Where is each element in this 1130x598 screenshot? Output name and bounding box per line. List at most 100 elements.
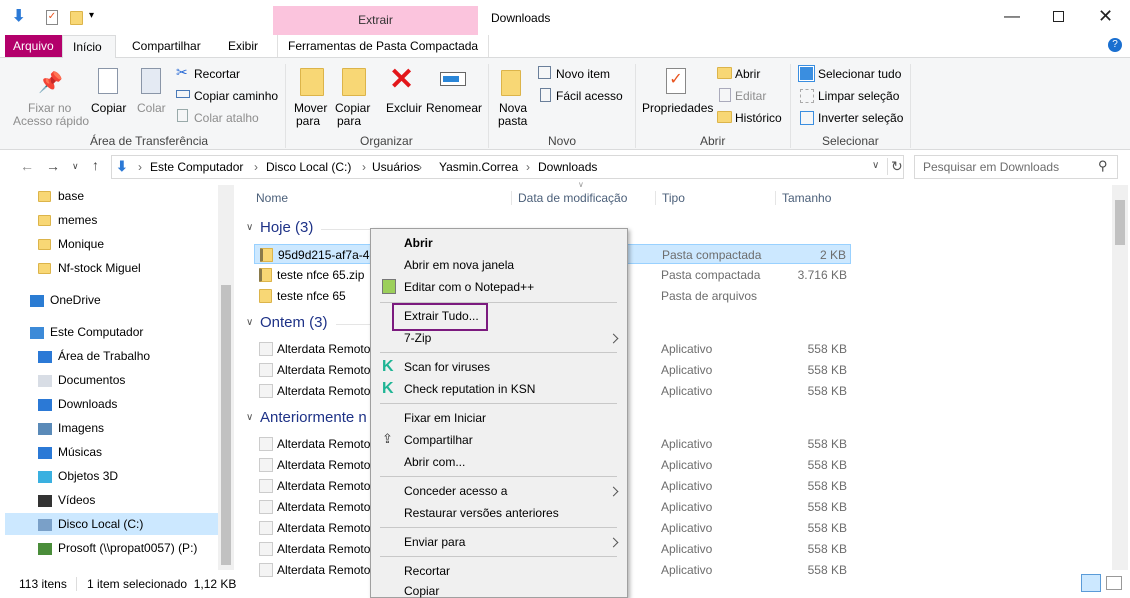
menu-send-to[interactable]: Enviar para xyxy=(404,535,465,549)
menu-cut[interactable]: Recortar xyxy=(404,564,450,578)
group-header[interactable]: Ontem (3) xyxy=(260,314,445,331)
search-icon[interactable]: ⚲ xyxy=(1098,158,1108,174)
breadcrumb-2[interactable]: Usuários xyxy=(372,160,419,174)
sidebar-item[interactable]: Área de Trabalho xyxy=(58,349,150,363)
invert-selection-button[interactable]: Inverter seleção xyxy=(818,111,903,125)
column-size[interactable]: Tamanho xyxy=(775,191,831,205)
collapse-group-icon[interactable]: ∨ xyxy=(246,222,253,233)
tab-inicio[interactable]: Início xyxy=(62,35,116,58)
sidebar-item[interactable]: Downloads xyxy=(58,397,117,411)
customize-quick-access-icon[interactable]: ▾ xyxy=(89,10,94,21)
sidebar-item[interactable]: memes xyxy=(58,213,97,227)
sidebar-item[interactable]: Este Computador xyxy=(50,325,143,339)
select-all-button[interactable]: Selecionar tudo xyxy=(818,67,901,81)
menu-open-new-window[interactable]: Abrir em nova janela xyxy=(404,258,514,272)
menu-extract-all[interactable]: Extrair Tudo... xyxy=(404,309,479,323)
copy-path-button[interactable]: Copiar caminho xyxy=(194,89,278,103)
sidebar-scrollbar[interactable] xyxy=(218,185,234,570)
sidebar-item[interactable]: base xyxy=(58,189,84,203)
sidebar-item[interactable]: Imagens xyxy=(58,421,104,435)
maximize-button[interactable] xyxy=(1053,11,1064,22)
easy-access-button[interactable]: Fácil acesso xyxy=(556,89,623,103)
forward-button[interactable]: → xyxy=(46,158,60,174)
file-name: Alterdata Remoto xyxy=(277,542,371,556)
menu-pin-start[interactable]: Fixar em Iniciar xyxy=(404,411,486,425)
menu-copy[interactable]: Copiar xyxy=(404,584,439,598)
breadcrumb-3[interactable]: Yasmin.Correa xyxy=(439,160,518,174)
download-arrow-icon[interactable]: ⬇ xyxy=(12,9,26,25)
new-folder-icon[interactable] xyxy=(70,11,83,25)
cut-button[interactable]: Recortar xyxy=(194,67,240,81)
column-date[interactable]: Data de modificação xyxy=(511,191,627,205)
pin-label-2[interactable]: Acesso rápido xyxy=(13,114,89,128)
history-button[interactable]: Histórico xyxy=(735,111,782,125)
recent-locations-icon[interactable]: ∨ xyxy=(72,161,79,172)
properties-button[interactable]: Propriedades xyxy=(642,101,713,115)
menu-7zip[interactable]: 7-Zip xyxy=(404,331,431,345)
breadcrumb-0[interactable]: Este Computador xyxy=(150,160,243,174)
column-name[interactable]: Nome xyxy=(256,191,288,205)
delete-button[interactable]: Excluir xyxy=(386,101,422,115)
move-to-button-2[interactable]: para xyxy=(296,114,320,128)
pin-label[interactable]: Fixar no xyxy=(28,101,71,115)
column-type[interactable]: Tipo xyxy=(655,191,685,205)
paste-button[interactable]: Colar xyxy=(137,101,166,115)
edit-button[interactable]: Editar xyxy=(735,89,766,103)
menu-open[interactable]: Abrir xyxy=(404,236,433,250)
up-button[interactable]: ↑ xyxy=(92,157,99,173)
menu-grant-access[interactable]: Conceder acesso a xyxy=(404,484,507,498)
edit-icon xyxy=(719,88,731,102)
close-button[interactable]: ✕ xyxy=(1098,6,1113,27)
file-list-scrollbar[interactable] xyxy=(1112,185,1128,570)
group-header[interactable]: Anteriormente n xyxy=(260,409,485,426)
address-dropdown-icon[interactable]: ∨ xyxy=(872,160,879,171)
search-input[interactable]: Pesquisar em Downloads xyxy=(923,160,1059,174)
sidebar-item[interactable]: Vídeos xyxy=(58,493,95,507)
copy-to-button-2[interactable]: para xyxy=(337,114,361,128)
properties-icon[interactable]: ✓ xyxy=(46,10,58,25)
copy-to-icon xyxy=(342,68,366,96)
sidebar-item[interactable]: Objetos 3D xyxy=(58,469,118,483)
details-view-button[interactable] xyxy=(1081,574,1101,592)
select-none-button[interactable]: Limpar seleção xyxy=(818,89,899,103)
new-item-button[interactable]: Novo item xyxy=(556,67,610,81)
tab-exibir[interactable]: Exibir xyxy=(218,35,268,57)
folder-icon xyxy=(259,289,272,303)
tab-arquivo[interactable]: Arquivo xyxy=(5,35,62,57)
sidebar-item[interactable]: Documentos xyxy=(58,373,125,387)
address-bar[interactable]: ⬇ › Este Computador › Disco Local (C:) ›… xyxy=(111,155,904,179)
copy-button[interactable]: Copiar xyxy=(91,101,126,115)
move-to-button[interactable]: Mover xyxy=(294,101,327,115)
minimize-button[interactable]: — xyxy=(1004,8,1020,26)
sidebar-item[interactable]: Disco Local (C:) xyxy=(58,517,143,531)
refresh-icon[interactable]: ↻ xyxy=(887,158,903,175)
menu-restore-versions[interactable]: Restaurar versões anteriores xyxy=(404,506,559,520)
back-button[interactable]: ← xyxy=(20,158,34,174)
rename-button[interactable]: Renomear xyxy=(426,101,482,115)
copy-to-button[interactable]: Copiar xyxy=(335,101,370,115)
menu-scan-viruses[interactable]: Scan for viruses xyxy=(404,360,490,374)
collapse-group-icon[interactable]: ∨ xyxy=(246,317,253,328)
large-icons-view-button[interactable] xyxy=(1106,576,1122,590)
menu-share[interactable]: Compartilhar xyxy=(404,433,473,447)
group-header[interactable]: Hoje (3) xyxy=(260,219,433,236)
tab-compartilhar[interactable]: Compartilhar xyxy=(122,35,211,57)
paste-shortcut-button[interactable]: Colar atalho xyxy=(194,111,259,125)
ribbon-help-icon[interactable]: ? xyxy=(1108,38,1122,52)
menu-open-with[interactable]: Abrir com... xyxy=(404,455,465,469)
breadcrumb-1[interactable]: Disco Local (C:) xyxy=(266,160,351,174)
menu-edit-notepad[interactable]: Editar com o Notepad++ xyxy=(404,280,534,294)
collapse-group-icon[interactable]: ∨ xyxy=(246,412,253,423)
sidebar-item[interactable]: Músicas xyxy=(58,445,102,459)
menu-check-ksn[interactable]: Check reputation in KSN xyxy=(404,382,535,396)
sidebar-item[interactable]: Monique xyxy=(58,237,104,251)
open-button[interactable]: Abrir xyxy=(735,67,760,81)
sidebar-item[interactable]: Prosoft (\\propat0057) (P:) xyxy=(58,541,197,555)
breadcrumb-4[interactable]: Downloads xyxy=(538,160,597,174)
tab-ferramentas[interactable]: Ferramentas de Pasta Compactada xyxy=(277,35,490,57)
sidebar-item[interactable]: Nf-stock Miguel xyxy=(58,261,141,275)
new-folder-button-2[interactable]: pasta xyxy=(498,114,527,128)
sidebar-item[interactable]: OneDrive xyxy=(50,293,101,307)
new-folder-button[interactable]: Nova xyxy=(499,101,527,115)
search-box[interactable]: Pesquisar em Downloads ⚲ xyxy=(914,155,1118,179)
